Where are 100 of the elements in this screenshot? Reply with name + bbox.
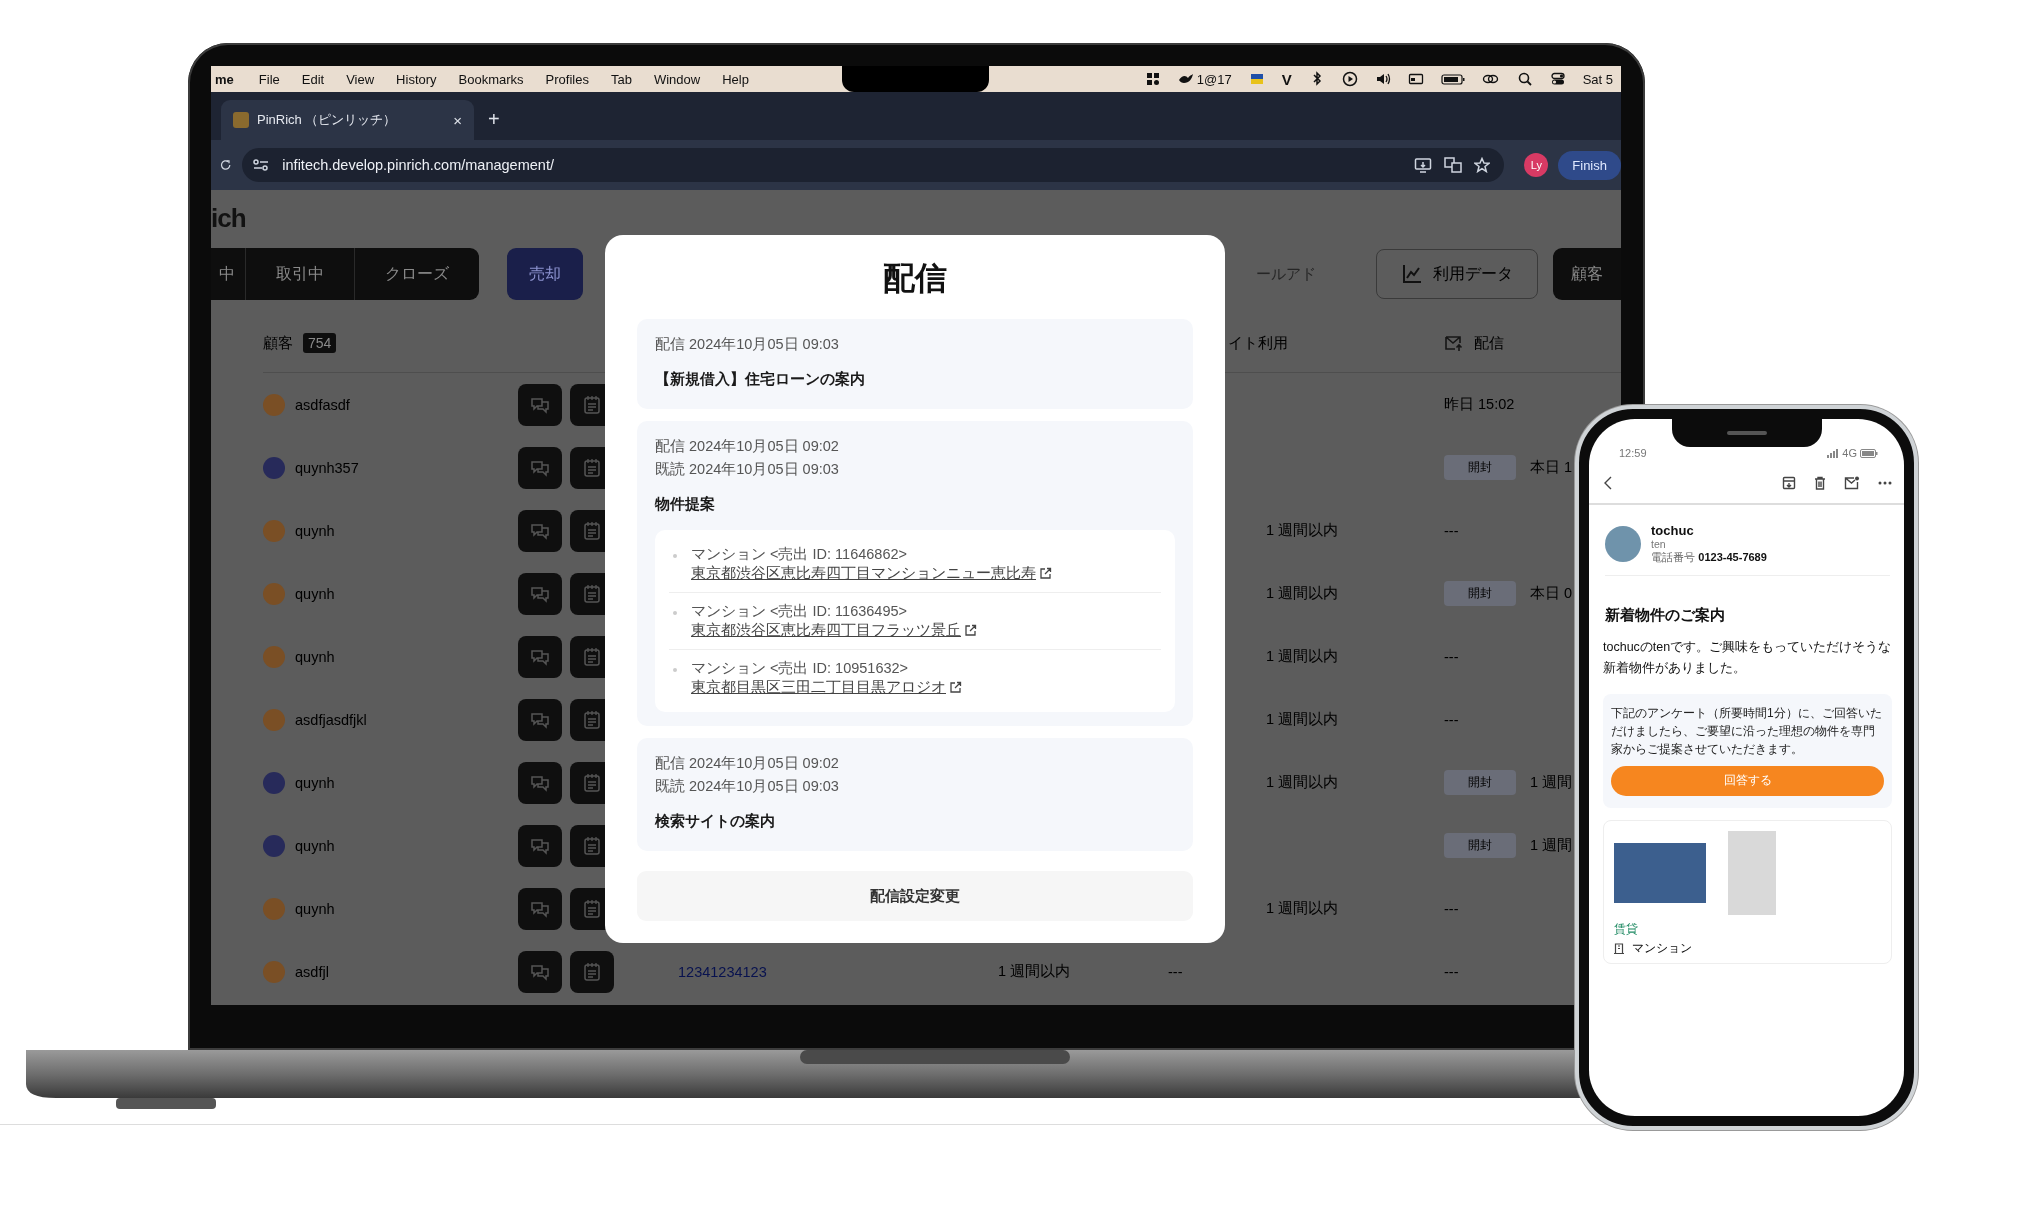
- delivery-time: 昨日 15:02: [1444, 395, 1515, 414]
- chat-button[interactable]: [518, 383, 562, 426]
- chat-button[interactable]: [518, 509, 562, 552]
- sent-date: 配信 2024年10月05日 09:02: [655, 754, 840, 773]
- site-settings-icon[interactable]: [252, 157, 271, 173]
- delivery-subject: 【新規借入】住宅ローンの案内: [655, 370, 866, 389]
- volume-icon[interactable]: [1374, 71, 1391, 87]
- card-icon[interactable]: [1407, 71, 1424, 87]
- back-icon[interactable]: [1603, 475, 1613, 491]
- url-field[interactable]: infitech.develop.pinrich.com/management/: [242, 148, 1505, 182]
- delivery-time: ---: [1444, 522, 1459, 539]
- network-label: 4G: [1842, 447, 1857, 459]
- chat-button[interactable]: [518, 761, 562, 804]
- archive-icon[interactable]: [1782, 476, 1796, 490]
- notepad-icon: [581, 456, 603, 479]
- avatar-photo-placeholder: [1605, 526, 1641, 562]
- menu-item[interactable]: View: [335, 71, 386, 87]
- mail-icon[interactable]: [1844, 476, 1860, 490]
- status-letter[interactable]: V: [1281, 70, 1292, 88]
- delivery-time: 本日 1: [1530, 458, 1573, 477]
- install-icon[interactable]: [1414, 157, 1433, 173]
- chat-button[interactable]: [518, 635, 562, 678]
- control-center-icon[interactable]: [1549, 71, 1566, 87]
- favicon: [233, 112, 249, 128]
- opened-badge: 開封: [1444, 833, 1516, 858]
- delivery-subject: 物件提案: [655, 495, 716, 514]
- site-usage-cell: 1 週間以内: [1266, 774, 1339, 790]
- property-link[interactable]: 東京都目黒区三田二丁目目黒アロジオ: [691, 678, 962, 697]
- menu-item[interactable]: Tab: [599, 71, 643, 87]
- chat-button[interactable]: [518, 950, 562, 993]
- property-tag: 賃貸: [1614, 920, 1881, 938]
- search-icon[interactable]: [1516, 71, 1533, 87]
- delivery-settings-button[interactable]: 配信設定変更: [637, 871, 1193, 921]
- status-time: 12:59: [1619, 447, 1647, 459]
- line-chart-icon: [1401, 263, 1423, 285]
- status-tab[interactable]: 売却: [507, 248, 583, 300]
- reload-icon[interactable]: [219, 157, 233, 173]
- chat-button[interactable]: [518, 446, 562, 489]
- property-link[interactable]: 東京都渋谷区恵比寿四丁目マンションニュー恵比寿: [691, 564, 1052, 583]
- menu-item[interactable]: Edit: [290, 71, 336, 87]
- signal-icon: [1827, 448, 1840, 458]
- widget-icon[interactable]: [1144, 71, 1161, 87]
- new-tab-button[interactable]: +: [488, 107, 500, 131]
- notepad-icon: [581, 960, 603, 983]
- delivery-time: ---: [1444, 711, 1459, 728]
- app-menu[interactable]: me: [211, 71, 248, 87]
- notepad-icon: [581, 582, 603, 605]
- chat-button[interactable]: [518, 572, 562, 615]
- chat-button[interactable]: [518, 887, 562, 930]
- delivery-time: ---: [1444, 900, 1459, 917]
- menu-item[interactable]: Bookmarks: [447, 71, 535, 87]
- chat-button[interactable]: [518, 824, 562, 867]
- close-tab-button[interactable]: ×: [453, 111, 462, 129]
- phone-label: 電話番号: [1651, 551, 1695, 563]
- bullet-icon: [673, 611, 677, 615]
- status-tab[interactable]: 取引中: [245, 248, 354, 300]
- phone-number: 0123-45-7689: [1698, 551, 1767, 563]
- survey-text: 下記のアンケート（所要時間1分）に、ご回答いただけましたら、ご要望に沿った理想の物件を専門家からご提案させていただきます。: [1611, 704, 1883, 758]
- external-link-icon: [964, 624, 977, 637]
- table-cell: ---: [1168, 963, 1183, 980]
- delivery-time: ---: [1444, 963, 1459, 980]
- flag-icon[interactable]: [1248, 71, 1265, 87]
- more-icon[interactable]: [1878, 481, 1892, 485]
- notepad-icon: [581, 393, 603, 416]
- trash-icon[interactable]: [1814, 476, 1826, 490]
- play-icon[interactable]: [1341, 71, 1358, 87]
- site-usage-cell: 1 週間以内: [1266, 900, 1339, 916]
- delivery-time: 1 週間: [1530, 773, 1573, 792]
- chat-button[interactable]: [518, 698, 562, 741]
- finish-button[interactable]: Finish: [1558, 150, 1621, 180]
- delivery-time: ---: [1444, 648, 1459, 665]
- browser-tab[interactable]: PinRich （ピンリッチ） ×: [221, 100, 474, 140]
- email-body: tochucのtenです。ご興味をもっていただけそうな新着物件がありました。: [1603, 639, 1892, 678]
- property-type: マンション: [1632, 939, 1692, 957]
- translate-icon[interactable]: [1444, 157, 1463, 173]
- customer-button[interactable]: 顧客: [1553, 248, 1621, 300]
- site-usage-cell: 1 週間以内: [1266, 522, 1339, 538]
- column-header: 配信: [1474, 333, 1504, 353]
- status-tab[interactable]: 中: [211, 248, 245, 300]
- site-usage-cell: 1 週間以内: [1266, 585, 1339, 601]
- menu-item[interactable]: Help: [711, 71, 760, 87]
- star-icon[interactable]: [1474, 157, 1491, 173]
- menu-item[interactable]: File: [247, 71, 291, 87]
- menu-item[interactable]: Window: [642, 71, 712, 87]
- battery-icon[interactable]: [1440, 71, 1465, 87]
- status-tab[interactable]: クローズ: [354, 248, 479, 300]
- column-header: イト利用: [1228, 333, 1288, 353]
- profile-avatar[interactable]: Ly: [1524, 153, 1549, 177]
- clock: Sat 5: [1582, 71, 1613, 87]
- table-cell-text: 1 週間以内: [997, 963, 1071, 979]
- opened-badge: 開封: [1444, 455, 1516, 480]
- notepad-icon: [581, 708, 603, 731]
- menu-item[interactable]: Profiles: [534, 71, 600, 87]
- delivery-time: 1 週間: [1530, 836, 1573, 855]
- read-date: 既読 2024年10月05日 09:03: [655, 777, 840, 796]
- menu-item[interactable]: History: [385, 71, 448, 87]
- mail-icon: [1444, 334, 1464, 352]
- opened-badge: 開封: [1444, 581, 1516, 606]
- notepad-icon: [581, 645, 603, 668]
- property-link[interactable]: 東京都渋谷区恵比寿四丁目フラッツ景丘: [691, 621, 977, 640]
